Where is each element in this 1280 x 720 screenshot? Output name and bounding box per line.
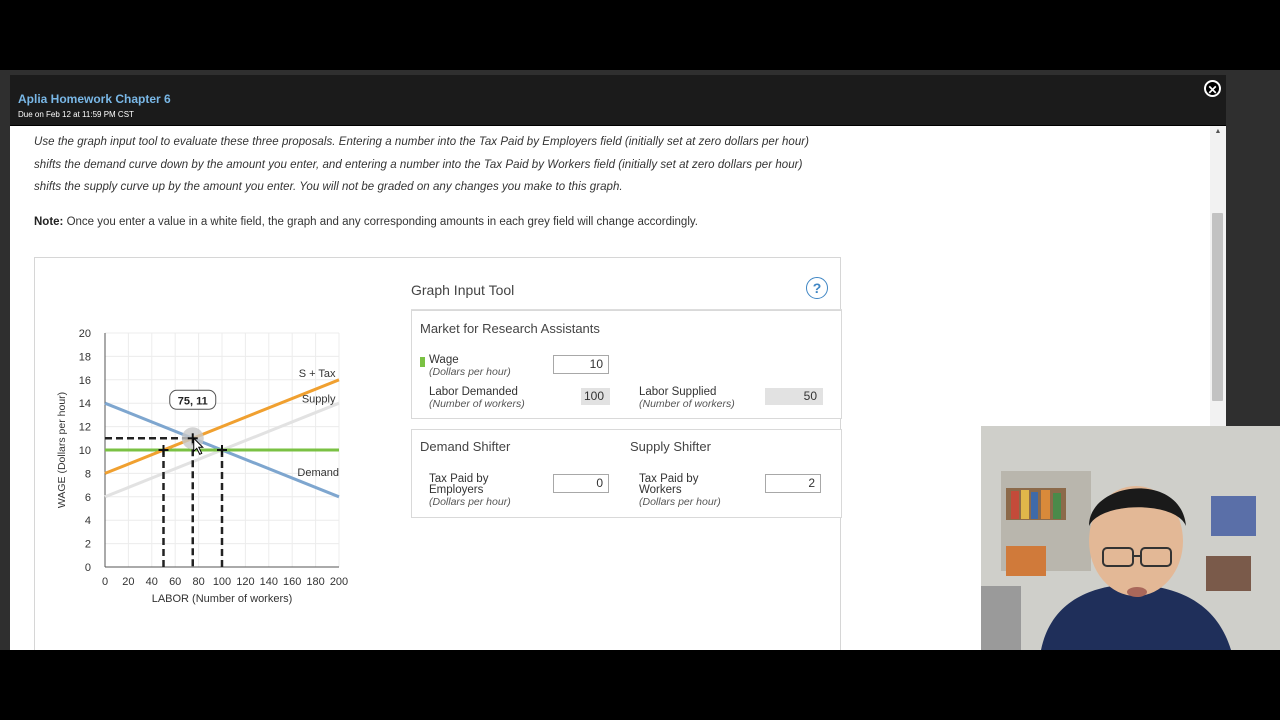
y-axis-label: WAGE (Dollars per hour) bbox=[56, 392, 68, 508]
instruction-line-2: shifts the demand curve down by the amou… bbox=[34, 159, 803, 171]
x-tick-label: 140 bbox=[260, 576, 278, 588]
x-tick-label: 200 bbox=[330, 576, 348, 588]
y-tick-label: 2 bbox=[85, 539, 91, 551]
market-title: Market for Research Assistants bbox=[420, 321, 600, 336]
demand-shifter-label-2: Employers bbox=[429, 484, 484, 496]
x-tick-label: 40 bbox=[146, 576, 158, 588]
y-tick-label: 12 bbox=[79, 422, 91, 434]
x-axis-label: LABOR (Number of workers) bbox=[152, 593, 293, 605]
y-tick-label: 8 bbox=[85, 468, 91, 480]
x-tick-label: 160 bbox=[283, 576, 301, 588]
modal-title: Aplia Homework Chapter 6 bbox=[18, 92, 171, 106]
help-icon[interactable]: ? bbox=[806, 277, 828, 299]
due-date: Due on Feb 12 at 11:59 PM CST bbox=[18, 110, 134, 119]
labor-supplied-value: 50 bbox=[765, 388, 823, 405]
close-icon[interactable]: ✕ bbox=[1204, 80, 1221, 97]
y-tick-label: 10 bbox=[79, 445, 91, 457]
scroll-up-arrow-icon[interactable]: ▲ bbox=[1210, 128, 1226, 138]
webcam-image bbox=[981, 426, 1280, 650]
label-demand: Demand bbox=[297, 467, 339, 479]
webcam-overlay bbox=[981, 426, 1280, 650]
y-tick-label: 14 bbox=[79, 398, 91, 410]
x-tick-label: 80 bbox=[192, 576, 204, 588]
supply-shifter-unit: (Dollars per hour) bbox=[639, 496, 721, 508]
labor-demanded-unit: (Number of workers) bbox=[429, 398, 525, 410]
label-s-plus-tax: S + Tax bbox=[299, 368, 336, 380]
graph-panel: 0 20 40 60 80 100 120 140 160 180 200 0 2 4 6 8 10 12 14 16… bbox=[34, 257, 842, 650]
shifter-box: Demand Shifter Tax Paid by Employers (Do… bbox=[411, 429, 842, 518]
labor-demanded-label: Labor Demanded bbox=[429, 386, 518, 398]
note-body: Once you enter a value in a white field,… bbox=[63, 216, 698, 228]
note-text: Note: Once you enter a value in a white … bbox=[34, 216, 698, 228]
y-tick-label: 16 bbox=[79, 375, 91, 387]
labor-demanded-value: 100 bbox=[581, 388, 610, 405]
wage-unit: (Dollars per hour) bbox=[429, 366, 511, 378]
demand-shifter-title: Demand Shifter bbox=[420, 439, 511, 454]
y-tick-label: 20 bbox=[79, 328, 91, 340]
x-tick-label: 0 bbox=[102, 576, 108, 588]
y-tick-label: 6 bbox=[85, 492, 91, 504]
labor-supplied-unit: (Number of workers) bbox=[639, 398, 735, 410]
graph-input-tool-title: Graph Input Tool bbox=[411, 282, 515, 298]
instruction-line-3: shifts the supply curve up by the amount… bbox=[34, 181, 623, 193]
label-supply: Supply bbox=[302, 394, 336, 406]
demand-shifter-unit: (Dollars per hour) bbox=[429, 496, 511, 508]
x-tick-label: 100 bbox=[213, 576, 231, 588]
supply-shifter-label-2: Workers bbox=[639, 484, 682, 496]
tax-paid-by-workers-input[interactable]: 2 bbox=[765, 474, 821, 493]
wage-input[interactable]: 10 bbox=[553, 355, 609, 374]
y-tick-label: 0 bbox=[85, 562, 91, 574]
wage-legend-marker bbox=[420, 357, 425, 367]
note-label: Note: bbox=[34, 216, 64, 228]
labor-market-chart[interactable]: 0 20 40 60 80 100 120 140 160 180 200 0 2 4 6 8 10 12 14 16… bbox=[45, 318, 375, 618]
x-tick-label: 120 bbox=[236, 576, 254, 588]
y-tick-label: 18 bbox=[79, 351, 91, 363]
tooltip-text: 75, 11 bbox=[178, 395, 208, 407]
x-tick-label: 60 bbox=[169, 576, 181, 588]
supply-shifter-title: Supply Shifter bbox=[630, 439, 711, 454]
x-tick-label: 180 bbox=[306, 576, 324, 588]
y-tick-label: 4 bbox=[85, 515, 91, 527]
x-tick-label: 20 bbox=[122, 576, 134, 588]
modal-header: Aplia Homework Chapter 6 Due on Feb 12 a… bbox=[10, 75, 1226, 126]
tax-paid-by-employers-input[interactable]: 0 bbox=[553, 474, 609, 493]
labor-supplied-label: Labor Supplied bbox=[639, 386, 717, 398]
market-box: Market for Research Assistants Wage (Dol… bbox=[411, 310, 842, 419]
wage-label: Wage bbox=[429, 354, 459, 366]
scroll-thumb[interactable] bbox=[1212, 213, 1223, 401]
instruction-line-1: Use the graph input tool to evaluate the… bbox=[34, 136, 810, 148]
